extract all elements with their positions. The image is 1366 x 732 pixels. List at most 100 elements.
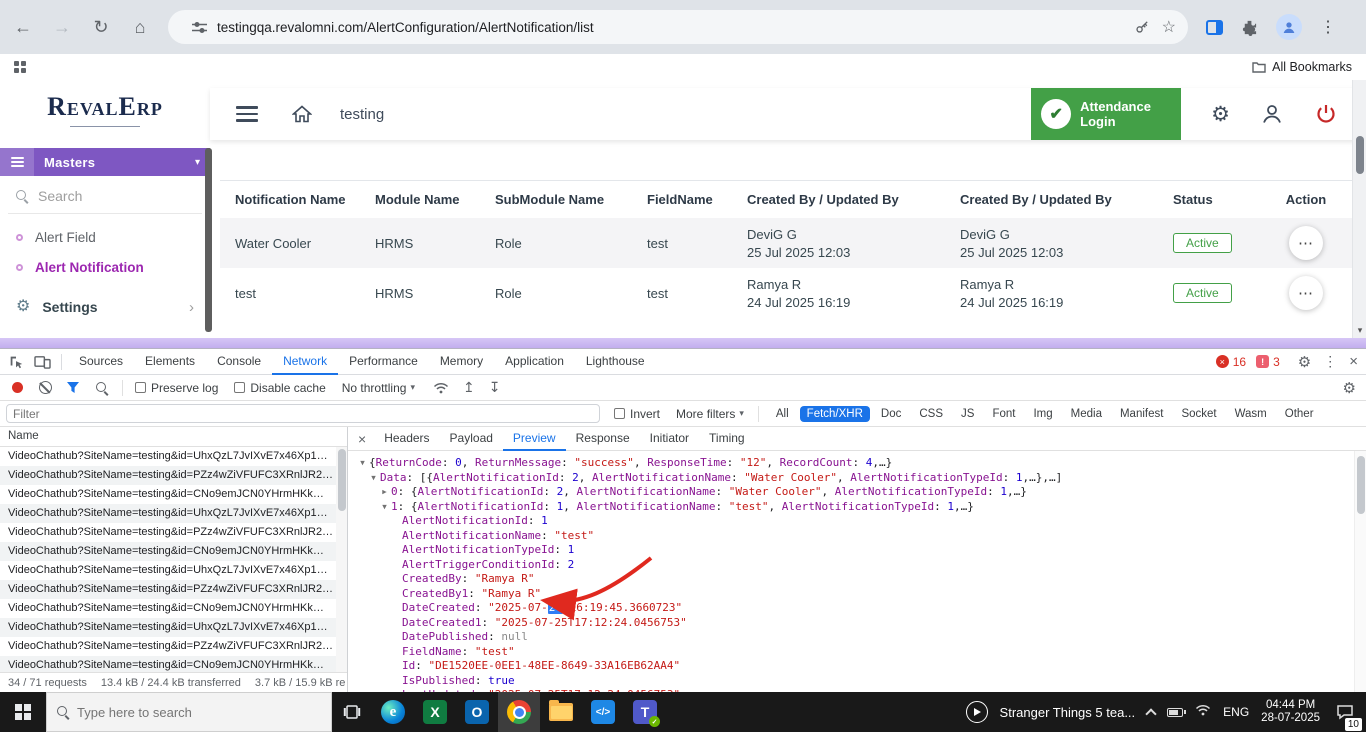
network-request-row[interactable]: VideoChathub?SiteName=testing&id=PZz4wZi…: [0, 523, 347, 542]
json-line[interactable]: FieldName: "test": [348, 645, 1366, 660]
address-bar[interactable]: testingqa.revalomni.com/AlertConfigurati…: [168, 10, 1188, 44]
all-bookmarks-button[interactable]: All Bookmarks: [1252, 60, 1352, 74]
filter-pill-img[interactable]: Img: [1026, 406, 1059, 422]
json-line[interactable]: AlertTriggerConditionId: 2: [348, 558, 1366, 573]
settings-gear-icon[interactable]: ⚙: [1211, 104, 1230, 125]
detail-tab-headers[interactable]: Headers: [374, 427, 439, 451]
taskbar-clock[interactable]: 04:44 PM 28-07-2025: [1261, 699, 1320, 726]
sidebar-scrollbar[interactable]: [205, 148, 212, 332]
close-detail-icon[interactable]: ×: [358, 431, 366, 447]
filter-pill-doc[interactable]: Doc: [874, 406, 908, 422]
json-line[interactable]: CreatedBy1: "Ramya R": [348, 587, 1366, 602]
start-button[interactable]: [0, 692, 46, 732]
scrollbar-thumb[interactable]: [338, 449, 346, 511]
network-request-row[interactable]: VideoChathub?SiteName=testing&id=PZz4wZi…: [0, 637, 347, 656]
detail-tab-preview[interactable]: Preview: [503, 427, 566, 451]
network-request-row[interactable]: VideoChathub?SiteName=testing&id=UhxQzL7…: [0, 561, 347, 580]
edge-icon[interactable]: e: [372, 692, 414, 732]
taskbar-search-input[interactable]: [77, 705, 321, 720]
vscode-icon[interactable]: </>: [582, 692, 624, 732]
more-filters-button[interactable]: More filters▾: [676, 407, 744, 421]
sidebar-item-masters[interactable]: Masters ▾: [0, 148, 210, 176]
inspect-icon[interactable]: [8, 354, 24, 370]
json-line[interactable]: ▼1: {AlertNotificationId: 1, AlertNotifi…: [348, 500, 1366, 515]
json-line[interactable]: AlertNotificationTypeId: 1: [348, 543, 1366, 558]
preserve-log-checkbox[interactable]: Preserve log: [135, 381, 218, 395]
excel-icon[interactable]: X: [414, 692, 456, 732]
preview-scrollbar[interactable]: [1354, 451, 1366, 693]
scrollbar-thumb[interactable]: [1356, 136, 1364, 174]
profile-icon[interactable]: [1260, 102, 1284, 126]
network-request-row[interactable]: VideoChathub?SiteName=testing&id=PZz4wZi…: [0, 466, 347, 485]
forward-icon[interactable]: →: [46, 11, 78, 43]
hamburger-menu-icon[interactable]: [236, 102, 258, 126]
expander-icon[interactable]: ▼: [367, 471, 380, 486]
tab-lighthouse[interactable]: Lighthouse: [575, 349, 656, 375]
devtools-menu-icon[interactable]: ⋮: [1323, 353, 1337, 370]
network-request-row[interactable]: VideoChathub?SiteName=testing&id=UhxQzL7…: [0, 447, 347, 466]
site-info-icon[interactable]: [192, 21, 207, 34]
filter-pill-media[interactable]: Media: [1064, 406, 1109, 422]
record-icon[interactable]: [12, 382, 23, 393]
tab-network[interactable]: Network: [272, 349, 338, 375]
network-request-row[interactable]: VideoChathub?SiteName=testing&id=CNo9emJ…: [0, 656, 347, 672]
devtools-settings-icon[interactable]: ⚙: [1298, 353, 1311, 371]
filter-pill-js[interactable]: JS: [954, 406, 981, 422]
battery-icon[interactable]: [1167, 708, 1183, 717]
network-request-row[interactable]: VideoChathub?SiteName=testing&id=CNo9emJ…: [0, 542, 347, 561]
action-center-button[interactable]: 10: [1332, 699, 1358, 725]
import-har-icon[interactable]: ↥: [463, 379, 475, 396]
network-search-icon[interactable]: [96, 382, 108, 394]
browser-menu-icon[interactable]: ⋮: [1320, 17, 1336, 37]
filter-pill-wasm[interactable]: Wasm: [1228, 406, 1274, 422]
file-explorer-icon[interactable]: [540, 692, 582, 732]
invert-checkbox[interactable]: Invert: [614, 407, 660, 421]
sidebar-item-alert-notification[interactable]: Alert Notification: [0, 254, 210, 280]
network-settings-icon[interactable]: ⚙: [1343, 379, 1356, 397]
app-home-icon[interactable]: [292, 105, 312, 123]
disable-cache-checkbox[interactable]: Disable cache: [234, 381, 325, 395]
tab-performance[interactable]: Performance: [338, 349, 429, 375]
page-scrollbar[interactable]: ▾: [1352, 80, 1366, 338]
tab-application[interactable]: Application: [494, 349, 575, 375]
network-conditions-icon[interactable]: [433, 382, 449, 394]
json-line[interactable]: DatePublished: null: [348, 630, 1366, 645]
request-list-scrollbar[interactable]: [336, 447, 347, 672]
sidebar-search-input[interactable]: Search: [8, 178, 202, 214]
expander-icon[interactable]: ▶: [378, 485, 391, 500]
side-panel-icon[interactable]: [1206, 20, 1223, 35]
clear-icon[interactable]: [39, 381, 52, 394]
network-request-row[interactable]: VideoChathub?SiteName=testing&id=UhxQzL7…: [0, 504, 347, 523]
json-line[interactable]: AlertNotificationName: "test": [348, 529, 1366, 544]
network-request-row[interactable]: VideoChathub?SiteName=testing&id=CNo9emJ…: [0, 599, 347, 618]
profile-avatar[interactable]: [1276, 14, 1302, 40]
json-line[interactable]: Id: "DE1520EE-0EE1-48EE-8649-33A16EB62AA…: [348, 659, 1366, 674]
back-icon[interactable]: ←: [7, 11, 39, 43]
expander-icon[interactable]: ▼: [378, 500, 391, 515]
attendance-login-button[interactable]: ✔ Attendance Login: [1031, 88, 1181, 140]
devtools-close-icon[interactable]: ×: [1349, 353, 1358, 370]
name-column-header[interactable]: Name: [0, 427, 347, 447]
json-line[interactable]: ▼Data: [{AlertNotificationId: 2, AlertNo…: [348, 471, 1366, 486]
reload-icon[interactable]: ↻: [85, 11, 117, 43]
outlook-icon[interactable]: O: [456, 692, 498, 732]
detail-tab-initiator[interactable]: Initiator: [640, 427, 699, 451]
wifi-icon[interactable]: [1195, 703, 1211, 721]
scroll-down-icon[interactable]: ▾: [1353, 325, 1366, 336]
language-indicator[interactable]: ENG: [1223, 705, 1249, 719]
network-request-row[interactable]: VideoChathub?SiteName=testing&id=UhxQzL7…: [0, 618, 347, 637]
tab-elements[interactable]: Elements: [134, 349, 206, 375]
json-line[interactable]: ▶0: {AlertNotificationId: 2, AlertNotifi…: [348, 485, 1366, 500]
filter-pill-css[interactable]: CSS: [912, 406, 950, 422]
filter-toggle-icon[interactable]: [66, 381, 80, 394]
json-line[interactable]: CreatedBy: "Ramya R": [348, 572, 1366, 587]
hidden-icons-chevron[interactable]: [1145, 708, 1156, 719]
tab-memory[interactable]: Memory: [429, 349, 494, 375]
json-line[interactable]: DateCreated: "2025-07-24T16:19:45.366072…: [348, 601, 1366, 616]
network-request-row[interactable]: VideoChathub?SiteName=testing&id=PZz4wZi…: [0, 580, 347, 599]
network-request-row[interactable]: VideoChathub?SiteName=testing&id=CNo9emJ…: [0, 485, 347, 504]
json-line[interactable]: ▼{ReturnCode: 0, ReturnMessage: "success…: [348, 456, 1366, 471]
row-actions-button[interactable]: ⋯: [1289, 226, 1323, 260]
bookmark-star-icon[interactable]: ☆: [1162, 17, 1176, 37]
media-title[interactable]: Stranger Things 5 tea...: [1000, 705, 1136, 720]
